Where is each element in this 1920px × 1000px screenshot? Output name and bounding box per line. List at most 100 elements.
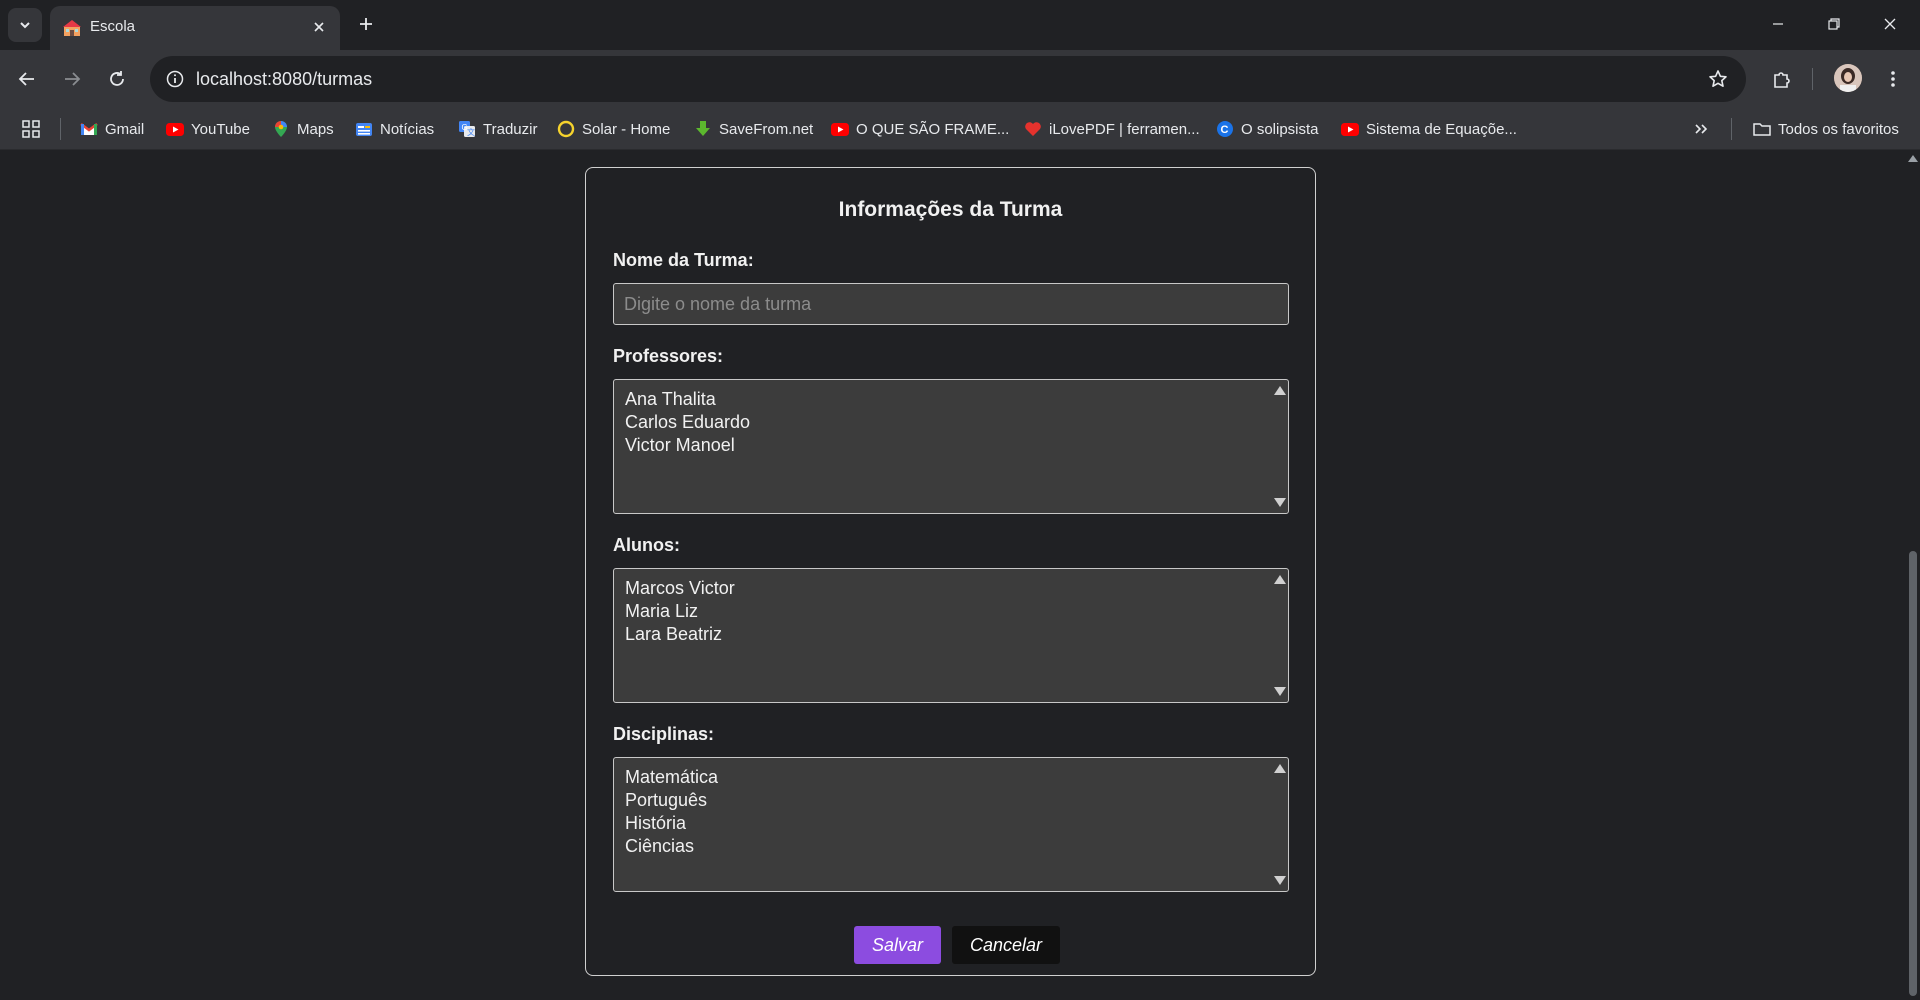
bookmark-label: Maps — [297, 120, 334, 138]
bookmark-gmail[interactable]: Gmail — [80, 116, 144, 142]
scroll-down-icon[interactable] — [1274, 876, 1286, 885]
folder-icon — [1753, 120, 1771, 138]
alunos-label: Alunos: — [613, 535, 680, 555]
restore-button[interactable] — [1806, 0, 1862, 48]
bookmark-traduzir[interactable]: G文 Traduzir — [458, 116, 537, 142]
bookmark-label: Notícias — [380, 120, 435, 138]
plus-icon — [360, 18, 372, 30]
reload-button[interactable] — [100, 62, 134, 96]
scroll-up-icon[interactable] — [1274, 575, 1286, 584]
more-bookmarks-button[interactable] — [1694, 116, 1708, 142]
scroll-down-icon[interactable] — [1274, 498, 1286, 507]
list-item[interactable]: Victor Manoel — [625, 435, 735, 456]
bookmarks-divider — [60, 118, 61, 140]
tab-strip: Escola — [0, 0, 1920, 50]
professores-label: Professores: — [613, 346, 724, 366]
savefrom-icon — [694, 120, 712, 138]
scroll-up-icon[interactable] — [1274, 386, 1286, 395]
list-item[interactable]: Lara Beatriz — [625, 624, 722, 645]
close-tab-button[interactable] — [308, 16, 330, 38]
list-item[interactable]: Ana Thalita — [625, 389, 716, 410]
svg-text:C: C — [1221, 124, 1229, 136]
apps-button[interactable] — [22, 116, 40, 142]
listbox-scrollbar[interactable] — [1270, 380, 1288, 513]
new-tab-button[interactable] — [352, 10, 380, 38]
bookmark-star-button[interactable] — [1704, 65, 1732, 93]
bookmark-label: O solipsista — [1241, 120, 1319, 138]
forward-button[interactable] — [55, 62, 89, 96]
address-bar[interactable]: localhost:8080/turmas — [150, 56, 1746, 102]
scroll-up-icon[interactable] — [1908, 155, 1918, 162]
list-item[interactable]: Ciências — [625, 836, 694, 857]
bookmark-label: Traduzir — [483, 120, 538, 138]
close-icon — [314, 22, 324, 32]
youtube-icon — [831, 120, 849, 138]
disciplinas-select[interactable]: Matemática Português História Ciências — [613, 757, 1289, 892]
tab-search-button[interactable] — [8, 8, 42, 42]
translate-icon: G文 — [458, 120, 476, 138]
bookmark-label: Gmail — [105, 120, 145, 138]
bookmark-sistema-equacoes[interactable]: Sistema de Equaçõe... — [1341, 116, 1517, 142]
list-item[interactable]: Português — [625, 790, 707, 811]
bookmark-savefrom[interactable]: SaveFrom.net — [694, 116, 813, 142]
bookmark-frameworks-video[interactable]: O QUE SÃO FRAME... — [831, 116, 1009, 142]
news-icon — [355, 120, 373, 138]
ilovepdf-icon — [1024, 120, 1042, 138]
browser-toolbar: localhost:8080/turmas — [0, 50, 1920, 108]
url-text: localhost:8080/turmas — [196, 69, 373, 89]
more-vertical-icon — [1891, 71, 1895, 87]
turma-form-card: Informações da Turma Nome da Turma: Prof… — [585, 167, 1316, 976]
professores-select[interactable]: Ana Thalita Carlos Eduardo Victor Manoel — [613, 379, 1289, 514]
minimize-button[interactable] — [1750, 0, 1806, 48]
close-window-button[interactable] — [1862, 0, 1918, 48]
listbox-scrollbar[interactable] — [1270, 569, 1288, 702]
bookmark-label: O QUE SÃO FRAME... — [856, 120, 1010, 138]
bookmark-solar[interactable]: Solar - Home — [557, 116, 670, 142]
reload-icon — [110, 71, 124, 86]
profile-icon — [1834, 64, 1862, 92]
alunos-select[interactable]: Marcos Victor Maria Liz Lara Beatriz — [613, 568, 1289, 703]
extensions-button[interactable] — [1765, 62, 1799, 96]
bookmark-noticias[interactable]: Notícias — [355, 116, 434, 142]
site-info-button[interactable] — [160, 64, 190, 94]
bookmark-label: iLovePDF | ferramen... — [1049, 120, 1200, 138]
bookmark-ilovepdf[interactable]: iLovePDF | ferramen... — [1024, 116, 1200, 142]
menu-button[interactable] — [1876, 62, 1910, 96]
info-icon — [166, 70, 184, 88]
maps-icon — [272, 120, 290, 138]
chevron-down-icon — [20, 22, 30, 29]
list-item[interactable]: Matemática — [625, 767, 718, 788]
list-item[interactable]: Marcos Victor — [625, 578, 735, 599]
youtube-icon — [166, 120, 184, 138]
close-icon — [1884, 18, 1896, 30]
list-item[interactable]: Maria Liz — [625, 601, 698, 622]
avatar[interactable] — [1834, 64, 1862, 92]
bookmark-label: Sistema de Equaçõe... — [1366, 120, 1517, 138]
list-item[interactable]: História — [625, 813, 686, 834]
back-button[interactable] — [10, 62, 44, 96]
nome-turma-label: Nome da Turma: — [613, 250, 754, 270]
listbox-scrollbar[interactable] — [1270, 758, 1288, 891]
bookmark-maps[interactable]: Maps — [272, 116, 334, 142]
scroll-up-icon[interactable] — [1274, 764, 1286, 773]
bookmark-label: Solar - Home — [582, 120, 671, 138]
scrollbar-thumb[interactable] — [1909, 551, 1917, 996]
puzzle-icon — [1774, 72, 1790, 88]
grid-icon — [22, 120, 40, 138]
nome-turma-input[interactable] — [613, 283, 1289, 325]
cancel-button[interactable]: Cancelar — [952, 926, 1060, 964]
page-scrollbar[interactable] — [1906, 151, 1920, 1000]
arrow-right-icon — [65, 72, 81, 86]
chevron-double-right-icon — [1695, 124, 1708, 134]
tab-escola[interactable]: Escola — [50, 6, 340, 50]
bookmark-youtube[interactable]: YouTube — [166, 116, 250, 142]
gmail-icon — [80, 120, 98, 138]
star-icon — [1709, 70, 1727, 88]
save-button[interactable]: Salvar — [854, 926, 941, 964]
all-bookmarks-button[interactable]: Todos os favoritos — [1753, 116, 1899, 142]
svg-text:文: 文 — [467, 127, 475, 137]
scroll-down-icon[interactable] — [1274, 687, 1286, 696]
list-item[interactable]: Carlos Eduardo — [625, 412, 750, 433]
bookmark-solipsista[interactable]: C O solipsista — [1216, 116, 1319, 142]
school-icon — [63, 20, 81, 36]
